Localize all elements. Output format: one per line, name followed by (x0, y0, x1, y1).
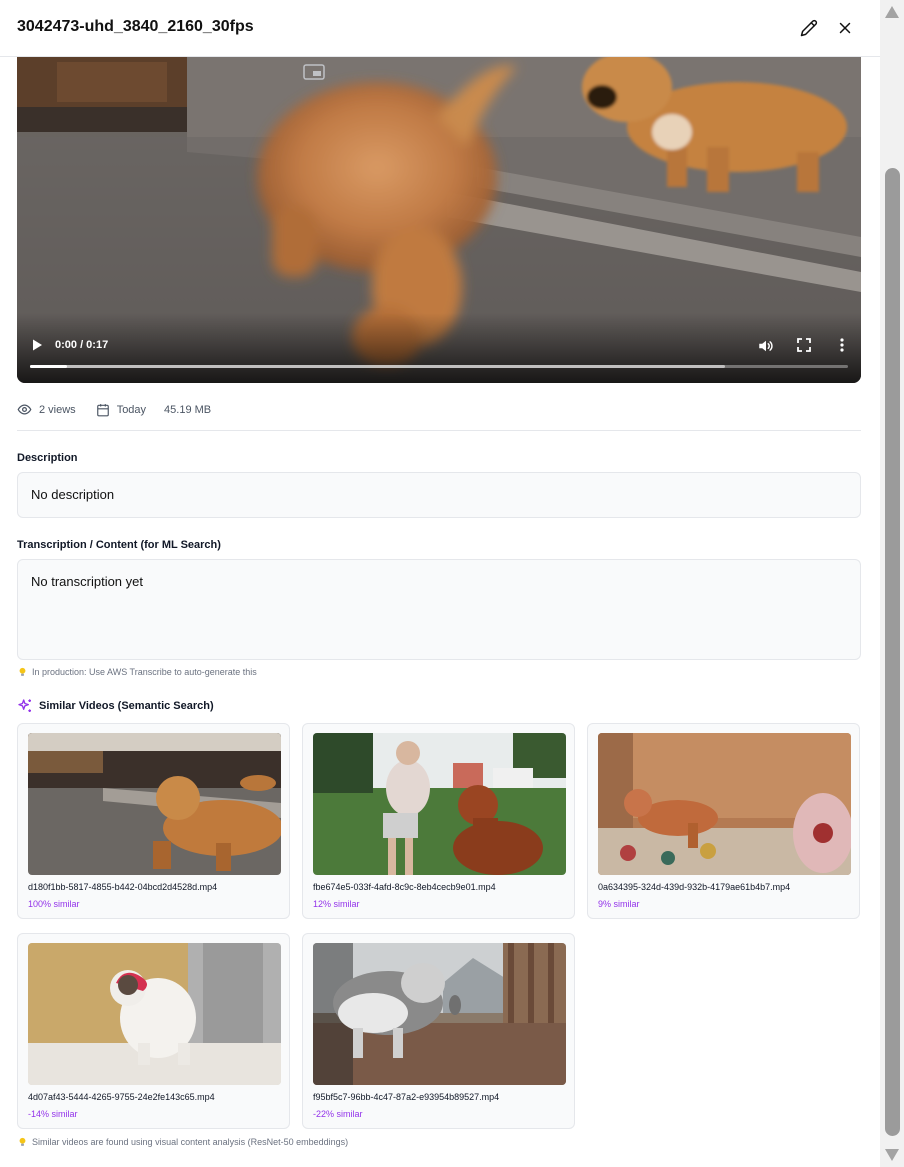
more-options-icon[interactable] (835, 337, 849, 353)
lightbulb-icon (19, 667, 26, 676)
size-meta: 45.19 MB (164, 404, 211, 416)
transcription-label: Transcription / Content (for ML Search) (17, 539, 221, 551)
calendar-icon (96, 403, 109, 416)
divider (17, 430, 861, 431)
video-player[interactable]: 0:00 / 0:17 (17, 57, 861, 383)
modal-header: 3042473-uhd_3840_2160_30fps (0, 0, 880, 57)
scrollbar[interactable] (880, 0, 904, 1167)
video-thumbnail (313, 733, 566, 875)
transcription-hint-text: In production: Use AWS Transcribe to aut… (32, 667, 257, 677)
video-title: 3042473-uhd_3840_2160_30fps (17, 18, 254, 35)
similar-video-card[interactable]: 0a634395-324d-439d-932b-4179ae61b4b7.mp4… (587, 723, 860, 919)
similar-videos-footer-text: Similar videos are found using visual co… (32, 1137, 349, 1147)
eye-icon (17, 404, 32, 415)
buffered-bar (30, 365, 726, 368)
similar-video-card[interactable]: 4d07af43-5444-4265-9755-24e2fe143c65.mp4… (17, 933, 290, 1129)
video-progress-bar[interactable] (30, 365, 848, 368)
transcription-hint: In production: Use AWS Transcribe to aut… (18, 667, 257, 677)
scroll-up-arrow-icon[interactable] (885, 6, 899, 18)
similar-videos-footer: Similar videos are found using visual co… (18, 1137, 348, 1147)
transcription-field[interactable]: No transcription yet (17, 559, 861, 660)
scrollbar-thumb[interactable] (885, 168, 900, 1136)
date-meta: Today (96, 403, 146, 417)
played-bar (30, 365, 67, 368)
similar-videos-heading: Similar Videos (Semantic Search) (17, 698, 214, 714)
upload-date: Today (116, 403, 147, 416)
similarity-score: -22% similar (313, 1109, 363, 1119)
video-meta: 2 views Today 45.19 MB (17, 402, 231, 417)
similarity-score: 12% similar (313, 899, 360, 909)
volume-icon[interactable] (757, 337, 775, 355)
video-thumbnail (28, 943, 281, 1085)
similar-video-card[interactable]: f95bf5c7-96bb-4c47-87a2-e93954b89527.mp4… (302, 933, 575, 1129)
views-count: 2 views (39, 403, 76, 416)
scroll-down-arrow-icon[interactable] (885, 1149, 899, 1161)
similar-video-card[interactable]: fbe674e5-033f-4afd-8c9c-8eb4cecb9e01.mp4… (302, 723, 575, 919)
similarity-score: 100% similar (28, 899, 80, 909)
video-thumbnail (598, 733, 851, 875)
similar-video-filename[interactable]: fbe674e5-033f-4afd-8c9c-8eb4cecb9e01.mp4 (313, 882, 496, 892)
lightbulb-icon (19, 1137, 26, 1146)
sparkles-icon (18, 699, 31, 712)
similarity-score: 9% similar (598, 899, 640, 909)
close-icon (839, 22, 851, 34)
video-thumbnail (313, 943, 566, 1085)
similar-video-card[interactable]: d180f1bb-5817-4855-b442-04bcd2d4528d.mp4… (17, 723, 290, 919)
similar-video-filename[interactable]: 0a634395-324d-439d-932b-4179ae61b4b7.mp4 (598, 882, 790, 892)
controls-overlay (17, 313, 861, 383)
file-size: 45.19 MB (164, 403, 212, 416)
description-label: Description (17, 452, 78, 464)
similar-video-filename[interactable]: d180f1bb-5817-4855-b442-04bcd2d4528d.mp4 (28, 882, 217, 892)
video-thumbnail (28, 733, 281, 875)
similarity-score: -14% similar (28, 1109, 78, 1119)
description-field[interactable]: No description (17, 472, 861, 518)
pencil-icon (800, 19, 818, 37)
edit-button[interactable] (797, 16, 821, 40)
views-meta: 2 views (17, 402, 76, 417)
time-display: 0:00 / 0:17 (55, 339, 109, 351)
play-icon[interactable] (29, 337, 45, 353)
similar-video-filename[interactable]: f95bf5c7-96bb-4c47-87a2-e93954b89527.mp4 (313, 1092, 499, 1102)
similar-video-filename[interactable]: 4d07af43-5444-4265-9755-24e2fe143c65.mp4 (28, 1092, 215, 1102)
similar-videos-title: Similar Videos (Semantic Search) (39, 700, 214, 712)
fullscreen-icon[interactable] (796, 337, 812, 353)
close-button[interactable] (833, 16, 857, 40)
